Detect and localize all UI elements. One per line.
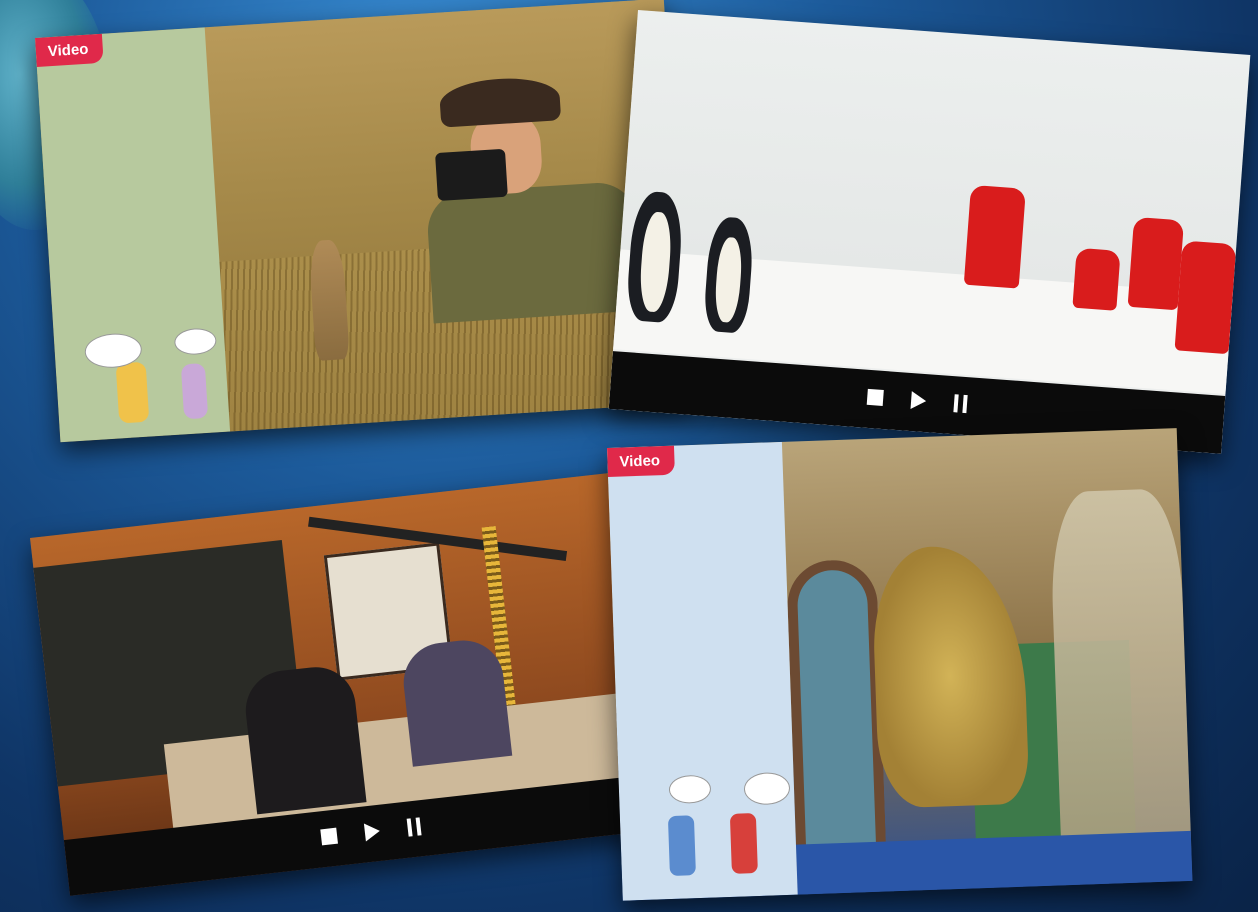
dinosaur-model xyxy=(870,543,1030,809)
person-red-coat xyxy=(1072,247,1121,311)
speech-bubble xyxy=(173,327,218,356)
video-tab-label: Video xyxy=(35,33,104,67)
video-player-fossil-lab xyxy=(30,469,679,896)
camera-icon xyxy=(435,148,508,202)
child-illustration xyxy=(115,361,150,424)
pause-icon[interactable] xyxy=(953,394,968,417)
video-tab-label: Video xyxy=(607,445,675,477)
video-player-penguins xyxy=(608,10,1251,454)
child-illustration xyxy=(180,362,209,420)
photographer-figure xyxy=(409,70,654,324)
person-red-coat xyxy=(1174,240,1237,355)
book-page-meerkat: Video xyxy=(35,0,690,443)
stop-icon[interactable] xyxy=(320,827,338,850)
child-illustration xyxy=(729,813,758,874)
book-page-museum: Video xyxy=(607,428,1193,901)
speech-bubble xyxy=(668,774,712,805)
museum-arch-window xyxy=(786,558,887,872)
speech-bubble xyxy=(743,771,791,806)
exercise-sidebar: Video xyxy=(607,441,798,901)
exercise-sidebar: Video xyxy=(35,27,231,443)
child-illustration xyxy=(667,815,696,877)
scientist-figure xyxy=(399,636,513,767)
person-red-coat xyxy=(1127,216,1185,311)
pause-icon[interactable] xyxy=(406,817,422,840)
play-icon[interactable] xyxy=(363,821,381,846)
play-icon[interactable] xyxy=(910,391,927,414)
person-red-coat xyxy=(963,184,1026,289)
dinosaur-skeleton xyxy=(1048,488,1193,873)
scientist-figure xyxy=(241,663,367,815)
stop-icon[interactable] xyxy=(866,388,884,410)
